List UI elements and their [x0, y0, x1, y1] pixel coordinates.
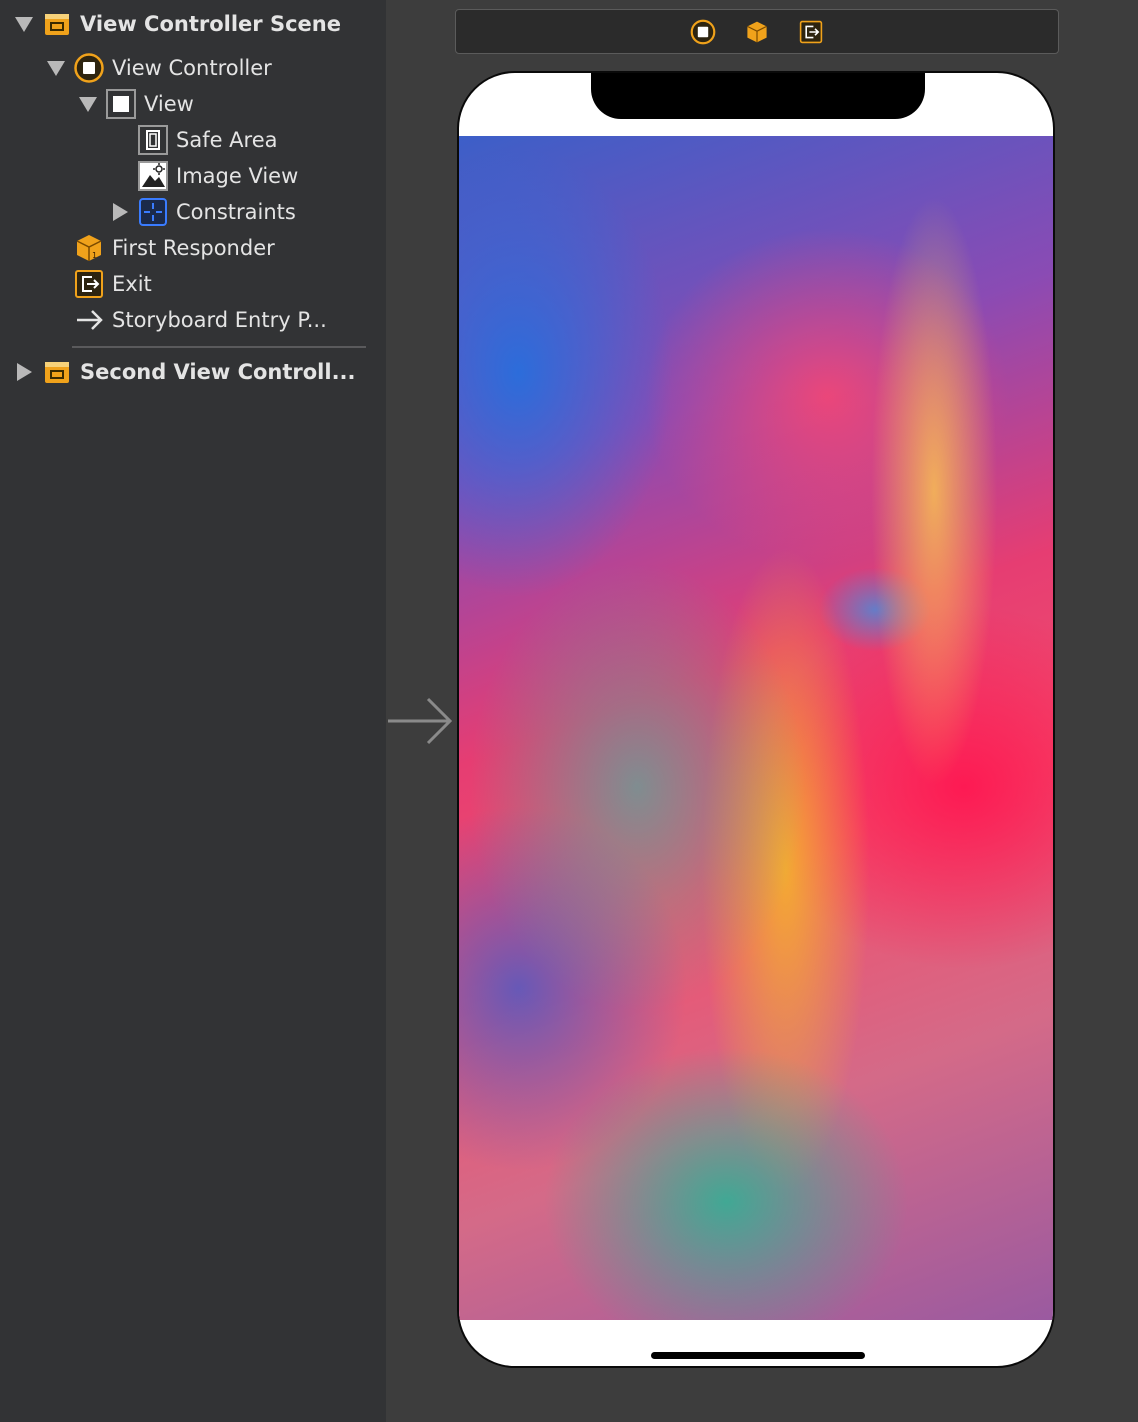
outline-item-label: Safe Area [176, 128, 278, 152]
outline-separator [72, 346, 366, 348]
image-view[interactable] [459, 136, 1053, 1320]
outline-item-label: First Responder [112, 236, 275, 260]
disclosure-triangle-collapsed[interactable] [14, 362, 34, 382]
iphone-device-frame[interactable] [457, 71, 1055, 1368]
outline-item-label: Constraints [176, 200, 296, 224]
outline-item-label: Storyboard Entry P... [112, 308, 327, 332]
home-indicator [651, 1352, 865, 1359]
storyboard-entry-arrow-icon[interactable] [386, 696, 454, 750]
entry-point-arrow-icon [74, 305, 104, 335]
outline-item-safe-area[interactable]: Safe Area [138, 122, 278, 158]
view-controller-icon[interactable] [688, 17, 718, 47]
first-responder-icon: 1 [74, 233, 104, 263]
outline-item-first-responder[interactable]: 1 First Responder [74, 230, 275, 266]
scene-icon [42, 9, 72, 39]
outline-item-view-controller-scene[interactable]: View Controller Scene [42, 6, 341, 42]
outline-item-second-view-controller-scene[interactable]: Second View Controll... [42, 354, 356, 390]
outline-item-label: Image View [176, 164, 299, 188]
outline-item-constraints[interactable]: Constraints [138, 194, 296, 230]
outline-item-view[interactable]: View [106, 86, 194, 122]
outline-item-label: View [144, 92, 194, 116]
outline-item-exit[interactable]: Exit [74, 266, 152, 302]
image-view-icon [138, 161, 168, 191]
outline-item-label: Second View Controll... [80, 360, 356, 384]
disclosure-triangle-expanded[interactable] [46, 58, 66, 78]
outline-item-image-view[interactable]: Image View [138, 158, 298, 194]
exit-icon [74, 269, 104, 299]
safe-area-icon [138, 125, 168, 155]
outline-item-label: View Controller [112, 56, 272, 80]
outline-item-view-controller[interactable]: View Controller [74, 50, 272, 86]
svg-text:1: 1 [92, 251, 97, 260]
disclosure-triangle-expanded[interactable] [14, 14, 34, 34]
outline-item-storyboard-entry-point[interactable]: Storyboard Entry P... [74, 302, 327, 338]
disclosure-triangle-collapsed[interactable] [110, 202, 130, 222]
view-icon [106, 89, 136, 119]
scene-icon [42, 357, 72, 387]
scene-dock [455, 9, 1059, 54]
device-notch [591, 73, 925, 119]
first-responder-icon[interactable] [742, 17, 772, 47]
exit-icon[interactable] [796, 17, 826, 47]
document-outline: View Controller Scene View Controller Vi… [0, 0, 386, 1422]
constraints-icon [138, 197, 168, 227]
view-controller-icon [74, 53, 104, 83]
storyboard-canvas[interactable] [386, 0, 1138, 1422]
disclosure-triangle-expanded[interactable] [78, 94, 98, 114]
outline-item-label: Exit [112, 272, 152, 296]
outline-item-label: View Controller Scene [80, 12, 341, 36]
